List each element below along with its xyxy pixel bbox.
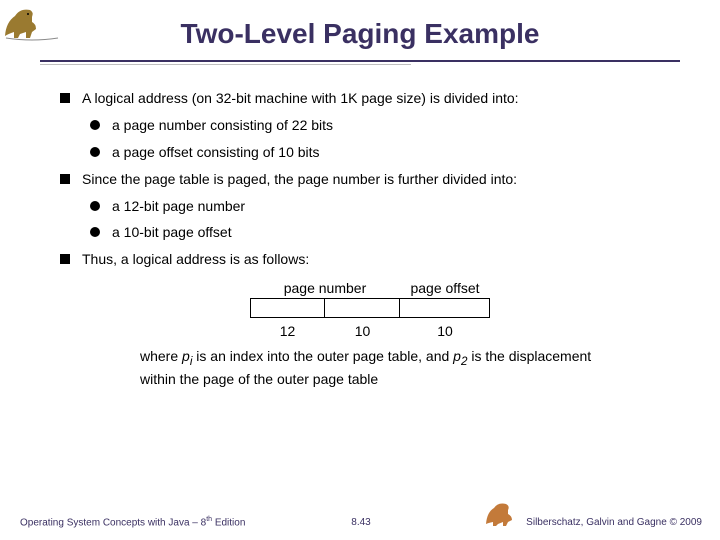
dinosaur-icon <box>484 498 518 528</box>
explanation-text: where pi is an index into the outer page… <box>140 347 600 388</box>
cell-d <box>400 298 490 318</box>
content-area: A logical address (on 32-bit machine wit… <box>40 89 680 388</box>
var-p: p <box>182 348 190 364</box>
footer-right: Silberschatz, Galvin and Gagne © 2009 <box>484 498 702 528</box>
square-bullet-icon <box>60 93 70 103</box>
slide-title: Two-Level Paging Example <box>40 18 680 50</box>
circle-bullet-icon <box>90 227 100 237</box>
text: where <box>140 348 182 364</box>
circle-bullet-icon <box>90 201 100 211</box>
header-page-number: page number <box>250 279 400 298</box>
table-header-row: page number page offset <box>250 279 490 298</box>
bullet-text: a 10-bit page offset <box>112 223 232 242</box>
address-table: page number page offset 12 10 10 <box>60 279 680 341</box>
square-bullet-icon <box>60 254 70 264</box>
circle-bullet-icon <box>90 147 100 157</box>
footer-left: Operating System Concepts with Java – 8t… <box>20 516 245 528</box>
var-p: p <box>453 348 461 364</box>
edition-label: Edition <box>212 517 245 528</box>
table-bit-widths: 12 10 10 <box>250 322 490 341</box>
header-page-offset: page offset <box>400 279 490 298</box>
bullet-text: a 12-bit page number <box>112 197 245 216</box>
title-rule <box>40 60 680 62</box>
bits-p2: 10 <box>325 322 400 341</box>
cell-p2 <box>325 298 400 318</box>
footer: Operating System Concepts with Java – 8t… <box>20 498 702 528</box>
book-title: Operating System Concepts with Java – 8 <box>20 517 206 528</box>
bullet-text: a page number consisting of 22 bits <box>112 116 333 135</box>
title-subrule <box>40 64 411 65</box>
bits-d: 10 <box>400 322 490 341</box>
bullet-text: a page offset consisting of 10 bits <box>112 143 320 162</box>
cell-p1 <box>250 298 325 318</box>
copyright-icon: © <box>670 517 677 528</box>
circle-bullet-icon <box>90 120 100 130</box>
bullet-level1: A logical address (on 32-bit machine wit… <box>60 89 680 108</box>
square-bullet-icon <box>60 174 70 184</box>
authors-text: Silberschatz, Galvin and Gagne <box>526 517 669 528</box>
bits-p1: 12 <box>250 322 325 341</box>
footer-page-number: 8.43 <box>351 517 370 528</box>
bullet-level1: Thus, a logical address is as follows: <box>60 250 680 269</box>
bullet-text: A logical address (on 32-bit machine wit… <box>82 89 519 108</box>
bullet-text: Since the page table is paged, the page … <box>82 170 517 189</box>
text: is an index into the outer page table, a… <box>192 348 453 364</box>
dinosaur-icon <box>2 2 62 47</box>
bullet-level2: a 10-bit page offset <box>90 223 680 242</box>
bullet-level2: a 12-bit page number <box>90 197 680 216</box>
footer-authors: Silberschatz, Galvin and Gagne © 2009 <box>526 517 702 528</box>
year: 2009 <box>680 517 702 528</box>
bullet-level2: a page offset consisting of 10 bits <box>90 143 680 162</box>
table-cells <box>250 298 490 318</box>
bullet-level1: Since the page table is paged, the page … <box>60 170 680 189</box>
bullet-level2: a page number consisting of 22 bits <box>90 116 680 135</box>
bullet-text: Thus, a logical address is as follows: <box>82 250 309 269</box>
slide: Two-Level Paging Example A logical addre… <box>0 0 720 540</box>
